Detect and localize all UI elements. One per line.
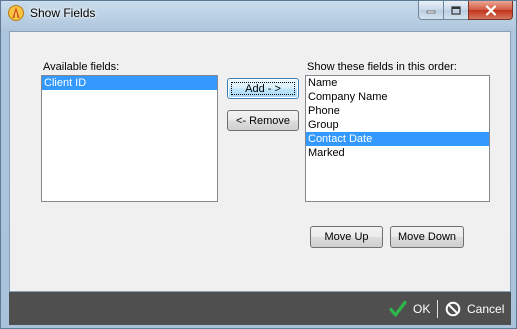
shown-fields-label: Show these fields in this order: bbox=[307, 61, 457, 73]
move-down-button[interactable]: Move Down bbox=[390, 226, 464, 248]
list-item[interactable]: Company Name bbox=[306, 90, 489, 104]
move-up-label: Move Up bbox=[324, 231, 369, 243]
cancel-button[interactable]: Cancel bbox=[445, 292, 504, 325]
move-down-label: Move Down bbox=[397, 231, 457, 243]
checkmark-icon bbox=[389, 300, 407, 317]
list-item[interactable]: Name bbox=[306, 76, 489, 90]
app-icon bbox=[8, 5, 24, 21]
cancel-label: Cancel bbox=[467, 301, 505, 316]
focus-ring bbox=[231, 82, 295, 95]
footer-separator bbox=[437, 300, 438, 318]
ok-label: OK bbox=[413, 301, 431, 316]
close-icon bbox=[485, 4, 496, 16]
list-item[interactable]: Phone bbox=[306, 104, 489, 118]
minimize-icon bbox=[426, 10, 436, 14]
list-item[interactable]: Client ID bbox=[42, 76, 217, 90]
available-fields-label: Available fields: bbox=[43, 61, 120, 73]
close-button[interactable] bbox=[468, 1, 513, 20]
remove-button[interactable]: <- Remove bbox=[227, 110, 299, 131]
ok-button[interactable]: OK bbox=[389, 292, 430, 325]
move-up-button[interactable]: Move Up bbox=[310, 226, 383, 248]
list-item[interactable]: Group bbox=[306, 118, 489, 132]
maximize-button[interactable] bbox=[443, 1, 469, 20]
window-title: Show Fields bbox=[30, 6, 96, 20]
shown-fields-list[interactable]: Name Company Name Phone Group Contact Da… bbox=[305, 75, 490, 202]
cancel-circle-icon bbox=[445, 301, 461, 316]
title-bar[interactable]: Show Fields bbox=[1, 1, 516, 27]
remove-button-label: <- Remove bbox=[235, 114, 291, 127]
maximize-icon bbox=[451, 5, 461, 15]
add-button[interactable]: Add - > bbox=[227, 78, 299, 99]
dialog-footer: OK Cancel bbox=[9, 292, 511, 325]
available-fields-list[interactable]: Client ID bbox=[41, 75, 218, 202]
list-item[interactable]: Contact Date bbox=[306, 132, 489, 146]
list-item[interactable]: Marked bbox=[306, 146, 489, 160]
minimize-button[interactable] bbox=[418, 1, 444, 20]
show-fields-window: Show Fields Available fields: Client ID … bbox=[0, 0, 517, 329]
dialog-content: Available fields: Client ID Add - > <- R… bbox=[9, 31, 511, 292]
